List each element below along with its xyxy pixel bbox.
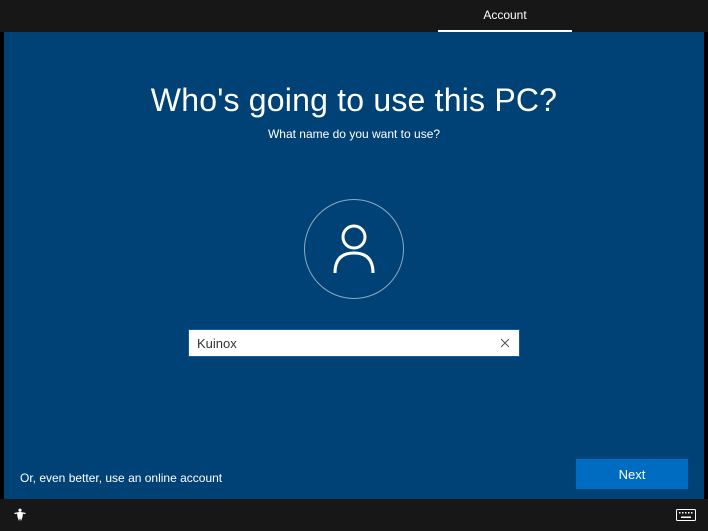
keyboard-layout-button[interactable] bbox=[676, 509, 696, 521]
tab-account[interactable]: Account bbox=[438, 0, 572, 32]
use-online-account-link[interactable]: Or, even better, use an online account bbox=[20, 471, 222, 485]
page-title: Who's going to use this PC? bbox=[151, 82, 557, 119]
close-icon bbox=[500, 338, 510, 348]
page-subtitle: What name do you want to use? bbox=[268, 127, 440, 141]
main-content: Who's going to use this PC? What name do… bbox=[4, 32, 704, 499]
username-input[interactable] bbox=[189, 330, 491, 356]
keyboard-icon bbox=[676, 509, 696, 521]
avatar-placeholder bbox=[304, 199, 404, 299]
ease-of-access-button[interactable] bbox=[12, 507, 28, 523]
clear-input-button[interactable] bbox=[491, 329, 519, 357]
person-icon bbox=[330, 223, 378, 275]
next-button[interactable]: Next bbox=[576, 459, 688, 489]
tab-label: Account bbox=[483, 8, 526, 22]
username-field-container bbox=[188, 329, 520, 357]
title-bar: Account bbox=[0, 0, 708, 32]
bottom-toolbar bbox=[0, 499, 708, 531]
accessibility-icon bbox=[12, 507, 28, 523]
